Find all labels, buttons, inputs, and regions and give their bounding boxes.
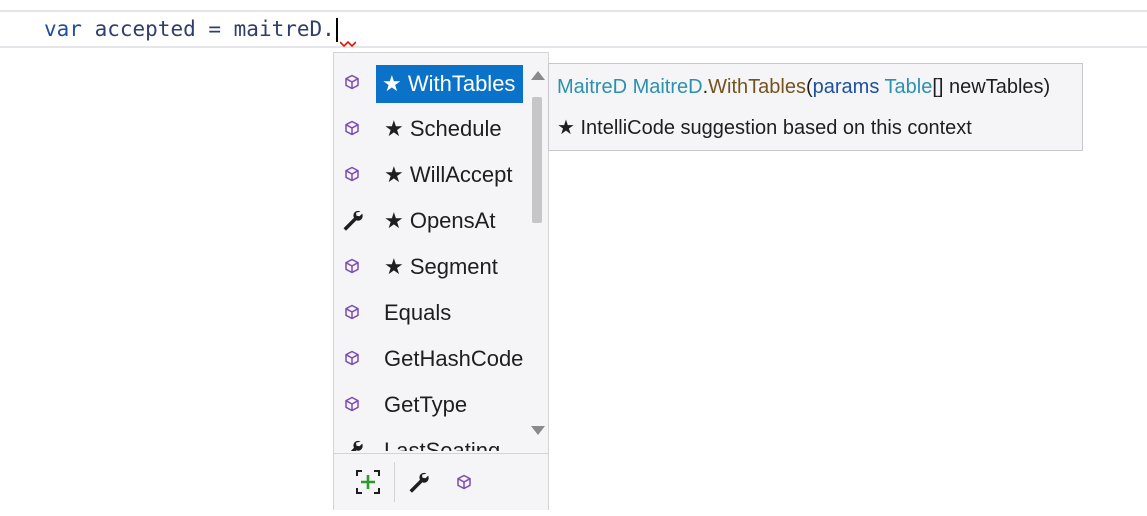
completion-item-gettype[interactable]: GetType [334, 383, 524, 427]
completion-item-willaccept[interactable]: ★ WillAccept [334, 153, 524, 197]
completion-item-gethashcode[interactable]: GetHashCode [334, 337, 524, 381]
method-cube-icon [457, 474, 471, 490]
completion-item-withtables[interactable]: ★ WithTables [334, 61, 524, 105]
completion-scrollbar[interactable] [526, 53, 548, 453]
wrench-icon [340, 438, 364, 451]
completion-item-segment[interactable]: ★ Segment [334, 245, 524, 289]
wrench-icon [340, 208, 364, 232]
completion-item-opensat[interactable]: ★ OpensAt [334, 199, 524, 243]
owner-type: MaitreD [632, 76, 703, 98]
completion-list[interactable]: ★ WithTables ★ Schedule ★ WillAccept ★ O… [334, 53, 524, 451]
method-cube-icon [340, 300, 364, 324]
text-caret [335, 18, 338, 42]
method-cube-icon [340, 70, 364, 94]
code-keyword: var [44, 17, 82, 41]
method-cube-icon [340, 254, 364, 278]
method-cube-icon [340, 392, 364, 416]
filter-separator [394, 462, 395, 502]
method-cube-icon [340, 116, 364, 140]
completion-filter-bar [334, 453, 548, 510]
completion-item-label: ★ Segment [384, 254, 498, 279]
wrench-icon [409, 472, 429, 493]
completion-item-label: LastSeating [384, 438, 501, 451]
scroll-down-arrow-icon[interactable] [531, 426, 545, 435]
expand-filter-icon [356, 470, 380, 494]
property-filter-button[interactable] [400, 464, 436, 500]
param-rest: [] newTables) [932, 76, 1051, 98]
expand-filter-button[interactable] [350, 464, 386, 500]
code-text[interactable]: var accepted = maitreD. [44, 15, 338, 43]
method-name: WithTables [708, 76, 806, 98]
return-type: MaitreD [557, 76, 628, 98]
completion-item-label: GetHashCode [384, 346, 524, 371]
scrollbar-thumb[interactable] [532, 97, 542, 223]
completion-item-label: ★ Schedule [384, 116, 502, 141]
method-signature: MaitreD MaitreD.WithTables(params Table[… [557, 76, 1050, 99]
completion-item-label: ★ WithTables [376, 65, 524, 103]
completion-item-label: GetType [384, 392, 468, 417]
param-type: Table [884, 76, 933, 98]
completion-list-popup[interactable]: ★ WithTables ★ Schedule ★ WillAccept ★ O… [333, 52, 549, 510]
completion-item-lastseating[interactable]: LastSeating [334, 429, 524, 451]
completion-item-equals[interactable]: Equals [334, 291, 524, 335]
completion-item-label: ★ OpensAt [384, 208, 496, 233]
scroll-up-arrow-icon[interactable] [531, 71, 545, 80]
code-expression: accepted = maitreD. [81, 17, 335, 41]
completion-item-schedule[interactable]: ★ Schedule [334, 107, 524, 151]
method-filter-button[interactable] [446, 464, 482, 500]
method-cube-icon [340, 346, 364, 370]
method-cube-icon [340, 162, 364, 186]
open-paren: ( [805, 76, 813, 98]
completion-item-label: ★ WillAccept [384, 162, 513, 187]
error-squiggle [340, 41, 356, 47]
quick-info-tooltip: MaitreD MaitreD.WithTables(params Table[… [548, 63, 1083, 151]
params-keyword: params [812, 76, 880, 98]
completion-item-label: Equals [384, 300, 452, 325]
intellicode-description: ★ IntelliCode suggestion based on this c… [557, 117, 972, 139]
